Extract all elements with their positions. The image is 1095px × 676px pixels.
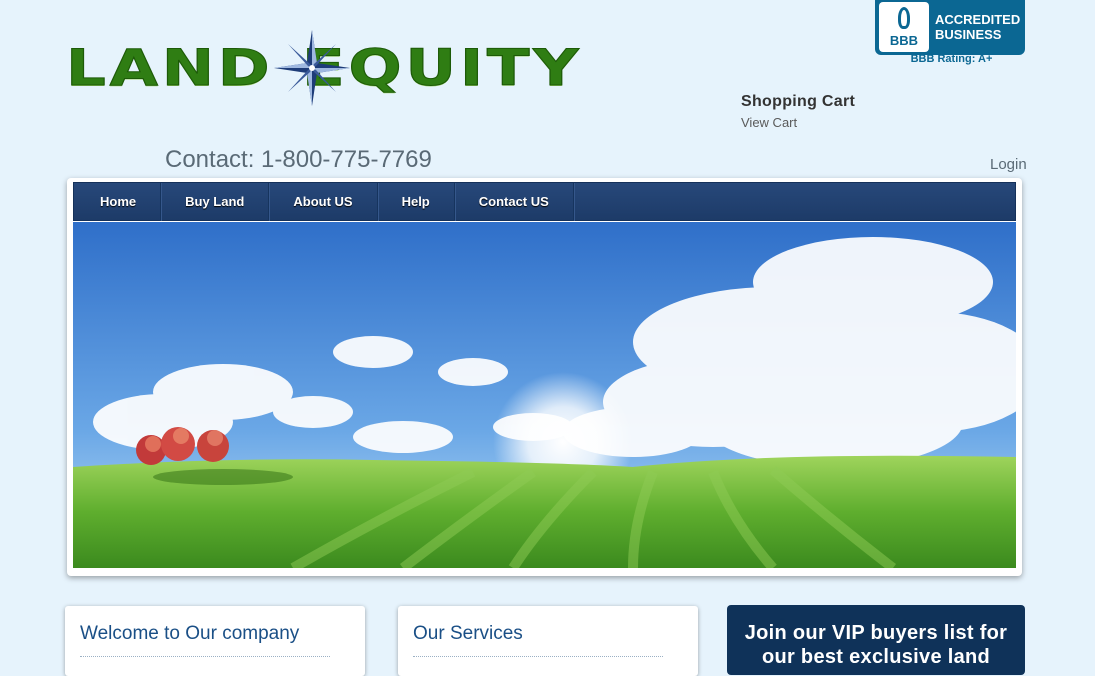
- torch-icon: [898, 7, 910, 29]
- bbb-seal-label: BBB: [889, 33, 919, 48]
- divider: [80, 656, 330, 657]
- nav-contact-us[interactable]: Contact US: [455, 183, 574, 221]
- compass-icon: [274, 30, 350, 106]
- divider: [413, 656, 663, 657]
- view-cart-link[interactable]: View Cart: [741, 115, 797, 130]
- nav-about-us[interactable]: About US: [269, 183, 378, 221]
- nav-buy-land[interactable]: Buy Land: [161, 183, 270, 221]
- services-box: Our Services: [398, 606, 698, 676]
- hero-frame: Home Buy Land About US Help Contact US: [67, 178, 1022, 576]
- nav-help[interactable]: Help: [378, 183, 455, 221]
- contact-phone: Contact: 1-800-775-7769: [165, 146, 432, 173]
- bbb-rating: BBB Rating: A+: [910, 53, 993, 65]
- welcome-title: Welcome to Our company: [80, 623, 300, 644]
- welcome-box: Welcome to Our company: [65, 606, 365, 676]
- logo-word-land: LAND: [65, 39, 274, 97]
- services-title: Our Services: [413, 623, 523, 644]
- login-link[interactable]: Login: [990, 156, 1027, 173]
- hero-banner-image: [73, 222, 1016, 568]
- bbb-accredited-label: ACCREDITED BUSINESS: [935, 12, 1020, 42]
- site-logo[interactable]: LAND EQUITY: [65, 28, 626, 108]
- landscape-illustration: [73, 222, 1016, 568]
- bbb-line2: BUSINESS: [935, 27, 1002, 42]
- nav-home[interactable]: Home: [74, 183, 162, 221]
- shopping-cart-title: Shopping Cart: [741, 93, 856, 110]
- bbb-line1: ACCREDITED: [935, 12, 1021, 27]
- main-nav: Home Buy Land About US Help Contact US: [73, 182, 1016, 221]
- bbb-seal-icon: BBB: [879, 2, 929, 52]
- vip-text: Join our VIP buyers list for our best ex…: [727, 605, 1025, 669]
- bbb-accredited-badge[interactable]: BBB ACCREDITED BUSINESS: [875, 0, 1025, 55]
- vip-line1: Join our VIP buyers list for: [744, 622, 1008, 644]
